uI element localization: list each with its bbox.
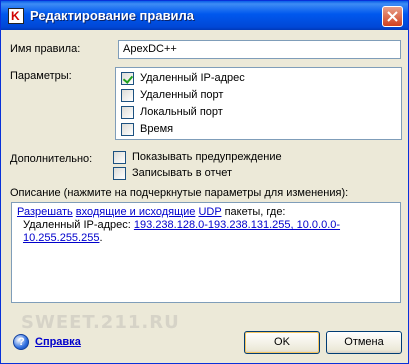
- param-local-port-checkbox[interactable]: [121, 106, 134, 119]
- watermark: SWEET.211.RU: [21, 312, 180, 333]
- ok-button[interactable]: OK: [244, 331, 320, 354]
- param-time-label: Время: [140, 123, 174, 135]
- write-report-checkbox[interactable]: [113, 167, 126, 180]
- remote-ip-text: Удаленный IP-адрес:: [23, 219, 131, 231]
- param-remote-port-label: Удаленный порт: [140, 89, 224, 101]
- dialog-body: Имя правила: ApexDC++ Параметры: Удаленн…: [4, 30, 405, 360]
- description-label: Описание (нажмите на подчеркнутые параме…: [10, 187, 349, 199]
- title-bar[interactable]: K Редактирование правила: [1, 1, 408, 30]
- help-link[interactable]: Справка: [35, 336, 81, 348]
- packets-text: пакеты, где:: [224, 206, 286, 218]
- show-warning-checkbox[interactable]: [113, 151, 126, 164]
- param-remote-ip-label: Удаленный IP-адрес: [140, 72, 245, 84]
- description-line-2: Удаленный IP-адрес: 193.238.128.0-193.23…: [17, 219, 395, 245]
- param-remote-ip-checkbox[interactable]: [121, 72, 134, 85]
- kaspersky-app-icon: K: [8, 8, 24, 24]
- param-local-port-label: Локальный порт: [140, 106, 223, 118]
- rule-name-label: Имя правила:: [10, 43, 81, 55]
- allow-link[interactable]: Разрешать: [17, 206, 73, 218]
- description-line-1: Разрешать входящие и исходящие UDP пакет…: [17, 206, 395, 219]
- write-report-label: Записывать в отчет: [132, 167, 233, 179]
- params-list: Удаленный IP-адрес Удаленный порт Локаль…: [115, 67, 402, 140]
- description-box: Разрешать входящие и исходящие UDP пакет…: [11, 202, 401, 303]
- window-title: Редактирование правила: [30, 8, 195, 23]
- show-warning-label: Показывать предупреждение: [132, 151, 282, 163]
- cancel-button[interactable]: Отмена: [326, 331, 402, 354]
- direction-link[interactable]: входящие и исходящие: [76, 206, 196, 218]
- rule-name-input[interactable]: ApexDC++: [118, 40, 401, 59]
- protocol-link[interactable]: UDP: [198, 206, 221, 218]
- close-icon: [387, 11, 398, 22]
- params-label: Параметры:: [10, 70, 72, 82]
- close-button[interactable]: [382, 6, 403, 27]
- rule-edit-dialog: K Редактирование правила Имя правила: Ap…: [0, 0, 409, 364]
- additional-label: Дополнительно:: [10, 153, 93, 165]
- period-text: .: [99, 232, 103, 244]
- param-time-checkbox[interactable]: [121, 123, 134, 136]
- help-icon[interactable]: ?: [13, 334, 29, 350]
- param-remote-port-checkbox[interactable]: [121, 89, 134, 102]
